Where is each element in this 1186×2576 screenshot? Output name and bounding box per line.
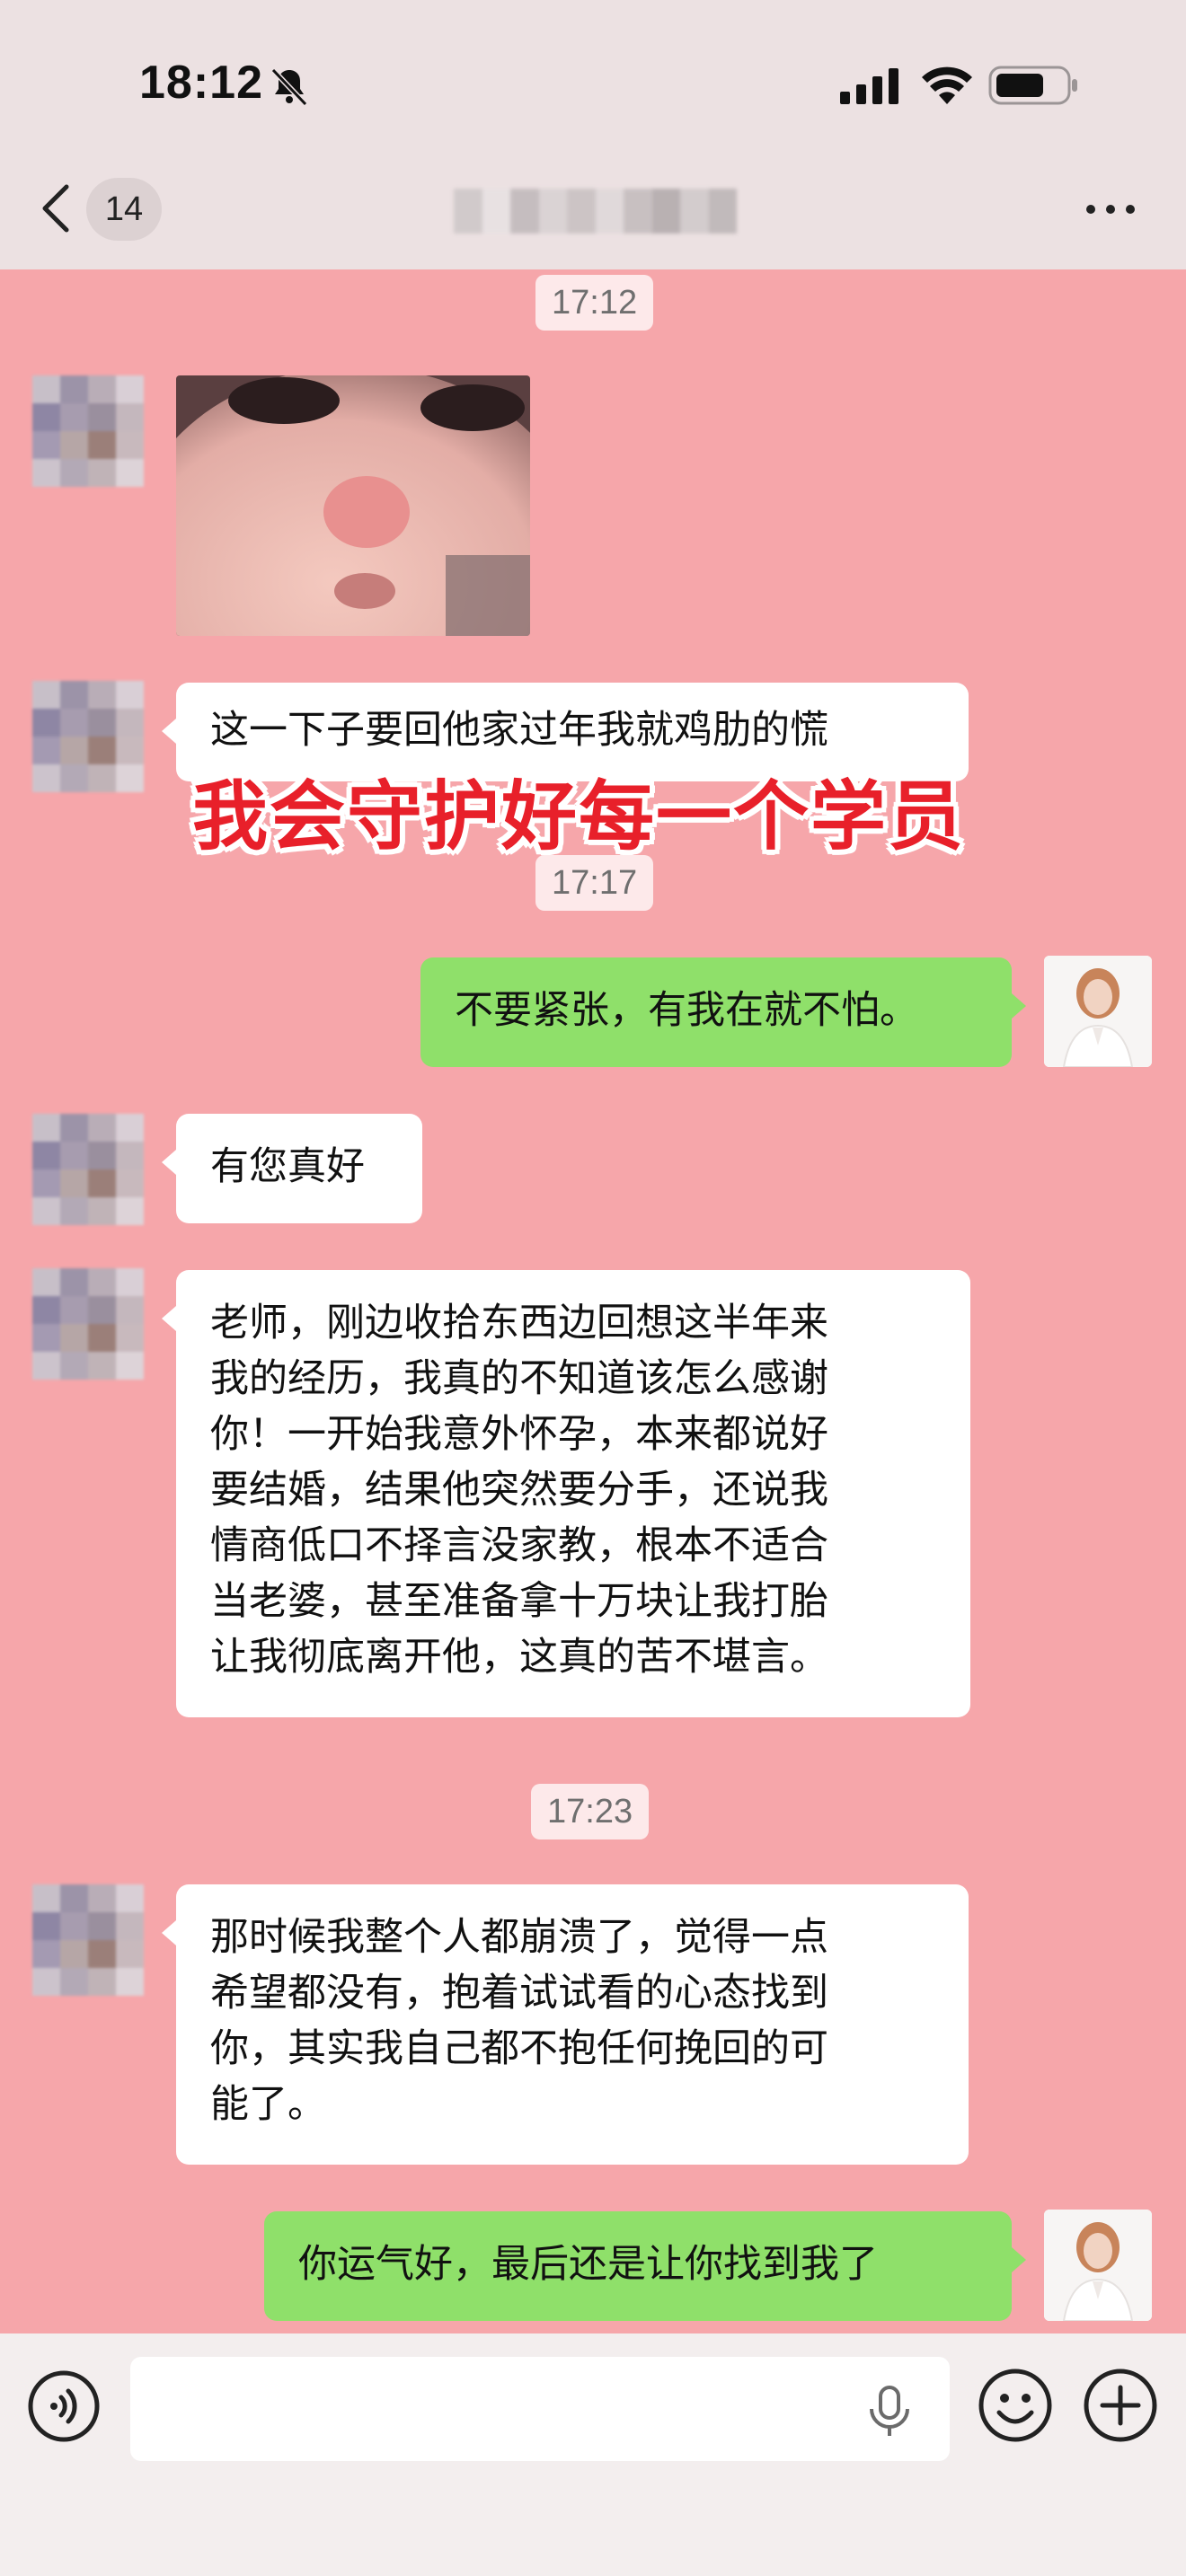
outgoing-message[interactable]: 你运气好，最后还是让你找到我了 bbox=[264, 2211, 1026, 2321]
signal-icon bbox=[840, 68, 898, 104]
message-line: 要结婚，结果他突然要分手，还说我 bbox=[210, 1468, 828, 1513]
unread-count-badge[interactable]: 14 bbox=[86, 178, 162, 241]
wifi-icon bbox=[922, 66, 972, 104]
status-time: 18:12 bbox=[139, 57, 263, 109]
contact-avatar[interactable] bbox=[32, 375, 144, 487]
incoming-message[interactable]: 老师，刚边收拾东西边回想这半年来 我的经历，我真的不知道该怎么感谢 你！一开始我… bbox=[162, 1270, 970, 1717]
mic-icon[interactable] bbox=[864, 2384, 915, 2438]
message-line: 能了。 bbox=[210, 2082, 326, 2127]
message-line: 老师，刚边收拾东西边回想这半年来 bbox=[210, 1301, 828, 1345]
message-text: 不要紧张，有我在就不怕。 bbox=[455, 988, 918, 1033]
contact-avatar[interactable] bbox=[32, 1114, 144, 1225]
message-line: 我的经历，我真的不知道该怎么感谢 bbox=[210, 1356, 828, 1401]
timestamp: 17:17 bbox=[535, 855, 654, 911]
message-line: 让我彻底离开他，这真的苦不堪言。 bbox=[210, 1635, 828, 1680]
plus-icon[interactable] bbox=[1083, 2368, 1158, 2443]
overlay-caption: 我会守护好每一个学员 bbox=[192, 772, 966, 860]
timestamp: 17:23 bbox=[531, 1784, 650, 1839]
message-input[interactable] bbox=[130, 2357, 950, 2461]
incoming-message[interactable]: 那时候我整个人都崩溃了，觉得一点 希望都没有，抱着试试看的心态找到 你，其实我自… bbox=[162, 1884, 969, 2165]
message-line: 那时候我整个人都崩溃了，觉得一点 bbox=[210, 1915, 828, 1960]
message-text: 这一下子要回他家过年我就鸡肋的慌 bbox=[210, 708, 828, 753]
message-line: 你！一开始我意外怀孕，本来都说好 bbox=[210, 1412, 828, 1457]
contact-avatar[interactable] bbox=[32, 681, 144, 792]
outgoing-message[interactable]: 不要紧张，有我在就不怕。 bbox=[420, 957, 1026, 1067]
chat-title bbox=[454, 189, 737, 234]
message-text: 你运气好，最后还是让你找到我了 bbox=[298, 2242, 878, 2287]
contact-avatar[interactable] bbox=[32, 1884, 144, 1996]
sticker-image[interactable] bbox=[176, 375, 530, 636]
message-line: 希望都没有，抱着试试看的心态找到 bbox=[210, 1971, 828, 2016]
message-text: 有您真好 bbox=[210, 1144, 365, 1189]
message-line: 你，其实我自己都不抱任何挽回的可 bbox=[210, 2026, 828, 2071]
message-line: 当老婆，甚至准备拿十万块让我打胎 bbox=[210, 1579, 828, 1624]
battery-icon bbox=[988, 66, 1077, 105]
bell-slash-icon bbox=[270, 67, 308, 107]
incoming-message[interactable]: 有您真好 bbox=[162, 1114, 422, 1223]
my-avatar[interactable] bbox=[1044, 956, 1152, 1067]
chevron-left-icon[interactable] bbox=[38, 181, 74, 235]
my-avatar[interactable] bbox=[1044, 2210, 1152, 2321]
more-icon[interactable] bbox=[1082, 196, 1139, 223]
message-line: 情商低口不择言没家教，根本不适合 bbox=[210, 1523, 828, 1568]
voice-icon[interactable] bbox=[27, 2369, 101, 2443]
contact-avatar[interactable] bbox=[32, 1268, 144, 1380]
timestamp: 17:12 bbox=[535, 275, 654, 331]
emoji-icon[interactable] bbox=[978, 2368, 1053, 2443]
